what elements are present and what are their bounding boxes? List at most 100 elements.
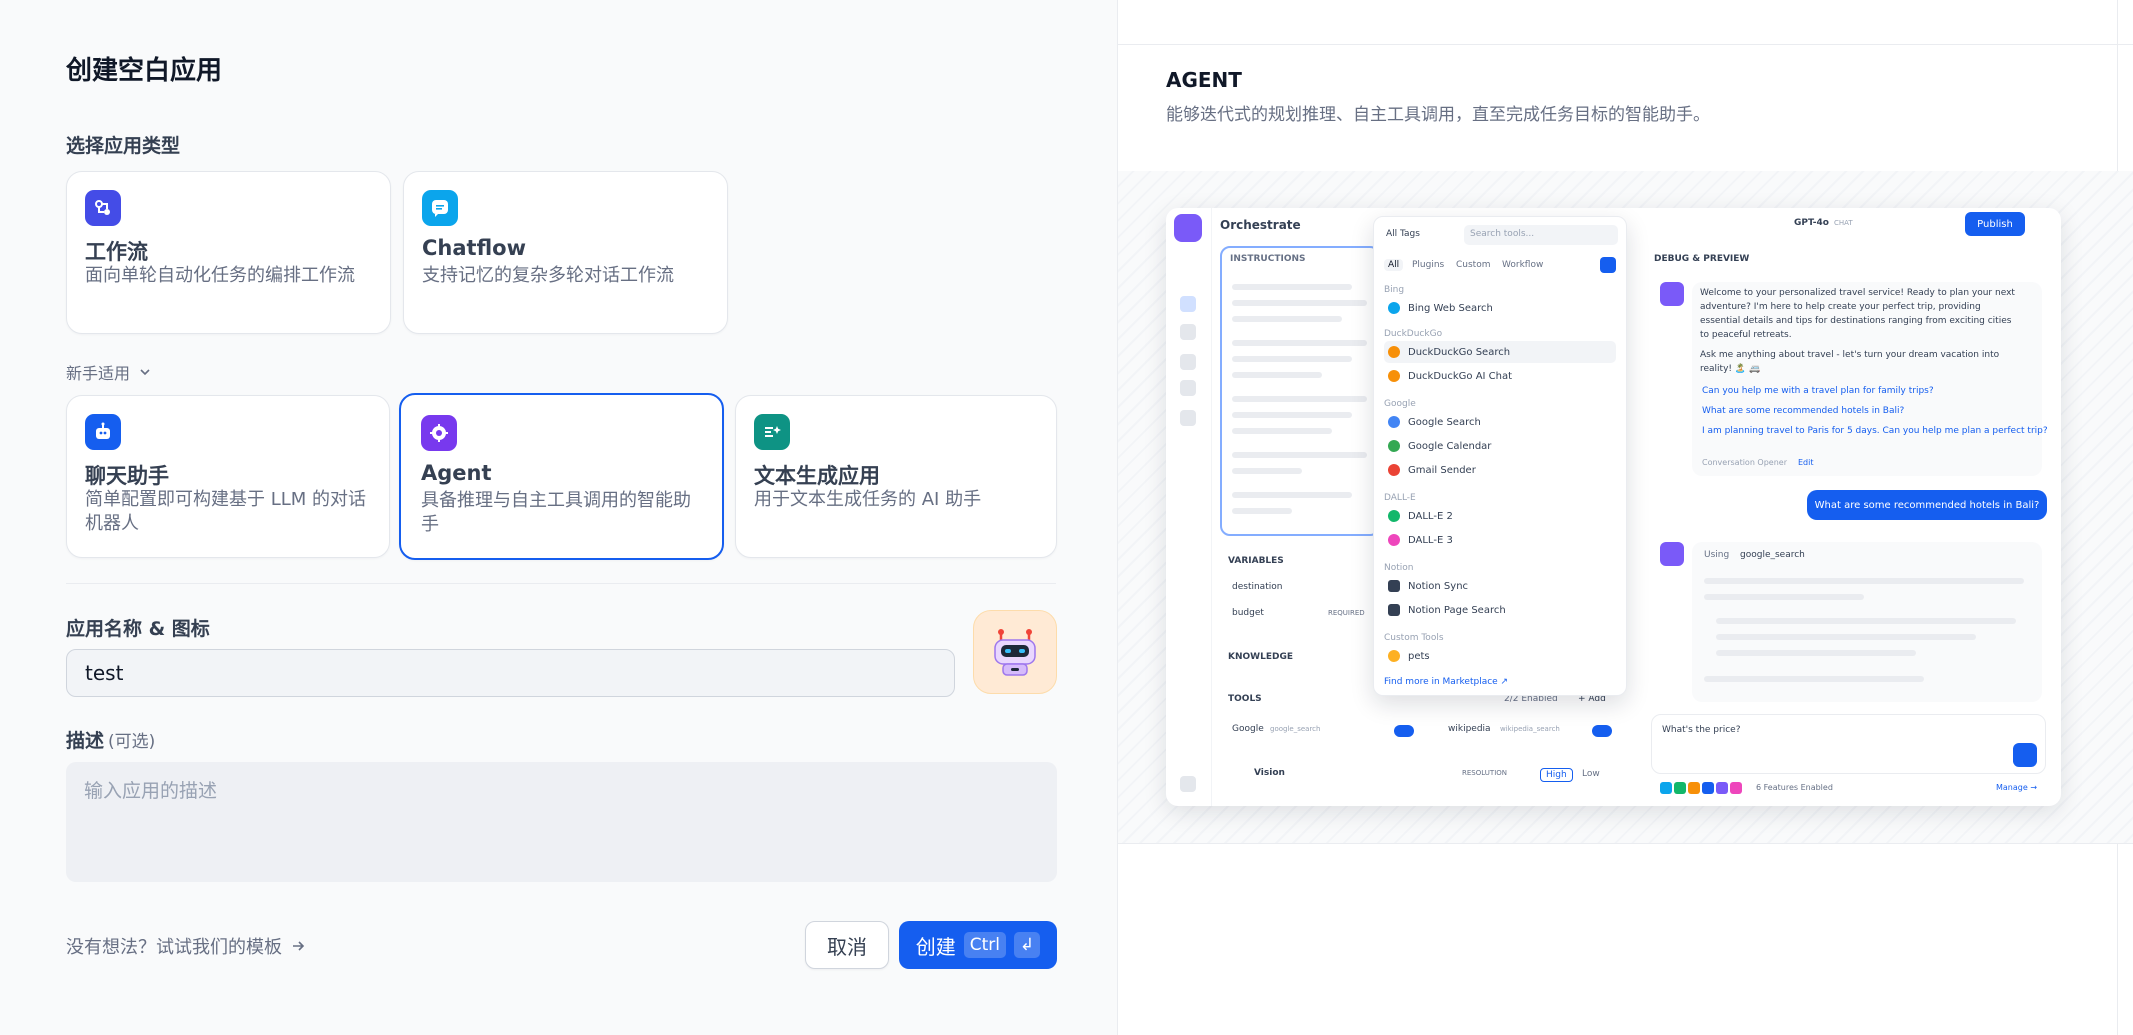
mock-tool: wikipedia [1448,724,1491,734]
mock-features: 6 Features Enabled [1756,783,1833,792]
mock-line [1232,468,1302,474]
mock-knowledge: KNOWLEDGE [1228,652,1293,662]
mock-required: REQUIRED [1328,609,1365,617]
beginner-toggle[interactable]: 新手适用 [66,360,152,384]
mock-tool: Google [1232,724,1264,734]
mock-line [1232,356,1352,362]
mock-high: High [1540,768,1573,782]
app-type-desc: 面向单轮自动化任务的编排工作流 [85,265,355,286]
app-icon-picker[interactable] [973,610,1057,694]
mock-tools: TOOLS [1228,694,1262,704]
mock-line [1232,300,1367,306]
mock-var: destination [1232,582,1283,592]
mock-add-tool [1600,257,1616,273]
mock-line [1232,508,1292,514]
mock-user-message: What are some recommended hotels in Bali… [1807,490,2047,520]
app-type-desc: 简单配置即可构建基于 LLM 的对话机器人 [85,489,367,534]
mock-line [1232,340,1367,346]
mock-tab: Plugins [1412,260,1445,270]
mock-group: Notion [1384,563,1414,573]
description-input[interactable] [66,762,1057,882]
mock-all-tags: All Tags [1386,229,1420,239]
mock-group: DuckDuckGo [1384,329,1443,339]
mock-tool-item: Bing Web Search [1384,297,1616,319]
mock-feature-tile [1674,782,1686,794]
mock-nav-icon [1180,380,1196,396]
mock-chat-input: What's the price? [1651,714,2046,774]
app-name-input[interactable] [66,649,955,697]
mock-tool-dropdown: All Tags Search tools... All Plugins Cus… [1373,216,1627,696]
mock-feature-tile [1688,782,1700,794]
mock-line [1232,428,1332,434]
app-type-label: 选择应用类型 [66,135,181,157]
mock-welcome-bubble: Welcome to your personalized travel serv… [1692,282,2048,476]
mock-var: budget [1232,608,1264,618]
mock-tool-item: DuckDuckGo Search [1384,341,1616,363]
mock-instructions: INSTRUCTIONS [1220,246,1380,536]
mock-orchestrate: Orchestrate [1220,218,1301,232]
mock-tool-item: DuckDuckGo AI Chat [1384,365,1616,387]
mock-model: GPT-4o [1794,218,1829,228]
robot-icon [994,629,1036,676]
mock-nav-icon [1180,324,1196,340]
template-link[interactable]: 没有想法？试试我们的模板 [66,933,306,959]
app-type-title: 聊天助手 [85,464,169,488]
workflow-icon [85,190,121,226]
mock-line [1232,372,1322,378]
mock-tool-item: pets [1384,645,1616,667]
mock-bot-icon [1174,214,1202,242]
preview-description: 能够迭代式的规划推理、自主工具调用，直至完成任务目标的智能助手。 [1166,105,1710,125]
app-type-completion-card[interactable]: 文本生成应用 用于文本生成任务的 AI 助手 [735,395,1057,558]
mock-tab: Custom [1456,260,1491,270]
app-type-desc: 具备推理与自主工具调用的智能助手 [421,490,691,535]
mock-group: Google [1384,399,1416,409]
app-type-desc: 支持记忆的复杂多轮对话工作流 [422,265,674,286]
app-type-workflow-card[interactable]: 工作流 面向单轮自动化任务的编排工作流 [66,171,391,334]
app-type-chatbot-card[interactable]: 聊天助手 简单配置即可构建基于 LLM 的对话机器人 [66,395,390,558]
create-button[interactable]: 创建 Ctrl ↲ [899,921,1057,969]
app-type-title: Chatflow [422,236,526,260]
divider [66,583,1056,584]
mock-group: DALL-E [1384,493,1416,503]
app-type-agent-card[interactable]: Agent 具备推理与自主工具调用的智能助手 [399,393,724,560]
cancel-button[interactable]: 取消 [805,921,889,969]
mock-send-icon [2013,743,2037,767]
guide-line [1118,843,2133,844]
create-app-panel: 创建空白应用 选择应用类型 工作流 面向单轮自动化任务的编排工作流 Chatfl… [0,0,1118,1035]
preview-panel: AGENT 能够迭代式的规划推理、自主工具调用，直至完成任务目标的智能助手。 O… [1117,0,2133,1035]
guide-line [1118,44,2133,45]
description-label-text: 描述 [66,730,105,752]
mock-line [1232,316,1342,322]
mock-bot-avatar [1660,542,1684,566]
mock-feature-tile [1730,782,1742,794]
mock-tool-item: DALL-E 3 [1384,529,1616,551]
text-generation-icon [754,414,790,450]
mock-instructions-label: INSTRUCTIONS [1230,254,1306,264]
mock-variables: VARIABLES [1228,556,1284,566]
app-type-title: Agent [421,461,492,485]
mock-feature-tile [1660,782,1672,794]
mock-nav-icon [1180,410,1196,426]
mock-answer-bubble: Using google_search [1692,542,2042,702]
mock-publish: Publish [1965,212,2025,236]
mock-tool-item: Gmail Sender [1384,459,1616,481]
mock-tool-item: Google Calendar [1384,435,1616,457]
mock-debug-title: DEBUG & PREVIEW [1654,254,1750,264]
mock-tool-sub: google_search [1270,725,1321,733]
optional-hint: (可选) [108,732,156,752]
agent-icon [421,415,457,451]
preview-title: AGENT [1166,68,1242,92]
mock-tool-sub: wikipedia_search [1500,725,1560,733]
app-name-label: 应用名称 & 图标 [66,618,210,640]
chevron-down-icon [140,369,150,376]
shortcut-ctrl: Ctrl [963,932,1006,958]
mock-line [1232,452,1367,458]
mock-nav-icon [1180,776,1196,792]
beginner-label: 新手适用 [66,364,131,383]
create-button-label: 创建 [915,934,956,959]
shortcut-enter-icon: ↲ [1014,932,1041,958]
mock-nav-icon [1180,296,1196,312]
app-type-chatflow-card[interactable]: Chatflow 支持记忆的复杂多轮对话工作流 [403,171,728,334]
description-label: 描述 (可选) [66,726,155,753]
mock-nav-icon [1180,354,1196,370]
